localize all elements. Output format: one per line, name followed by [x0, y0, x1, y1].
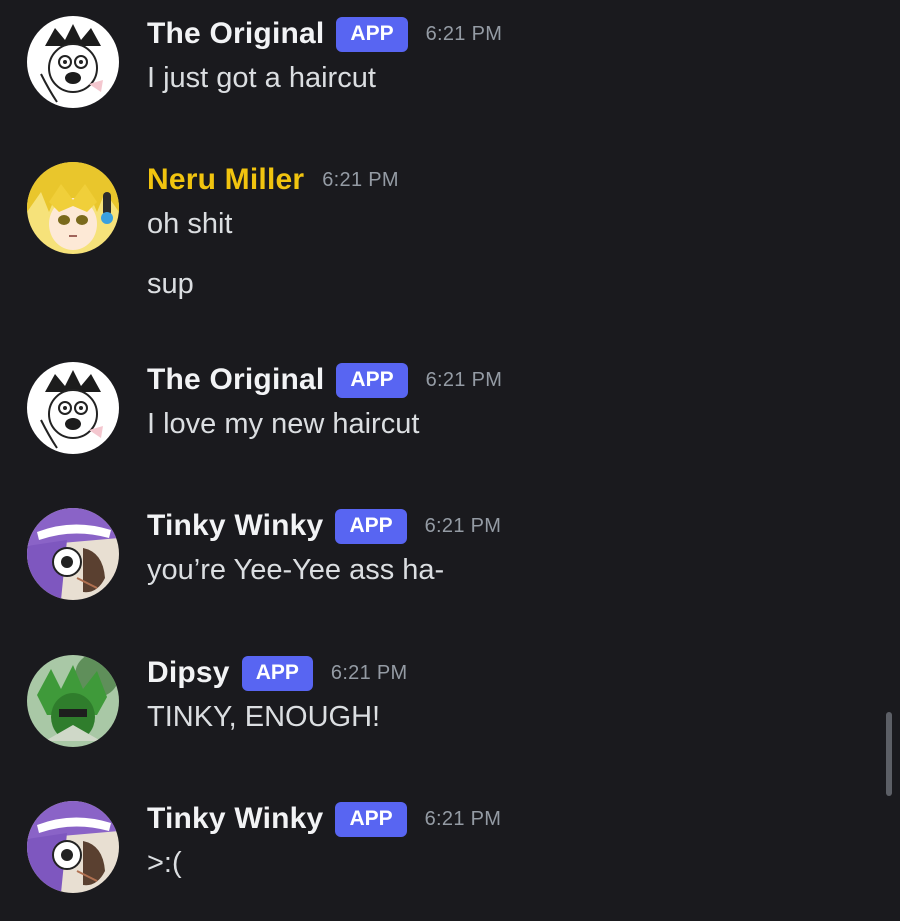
username[interactable]: Tinky Winky [147, 509, 323, 543]
the-original-avatar[interactable] [27, 16, 119, 108]
app-badge: APP [335, 801, 407, 837]
message-text: I just got a haircut [147, 62, 376, 94]
message-header: Tinky Winky APP 6:21 PM [147, 508, 501, 544]
app-badge: APP [335, 508, 407, 544]
message-text: you’re Yee-Yee ass ha- [147, 554, 445, 586]
scrollbar-thumb[interactable] [886, 712, 892, 796]
timestamp: 6:21 PM [322, 168, 399, 191]
app-badge: APP [336, 16, 408, 52]
username[interactable]: Dipsy [147, 656, 230, 690]
neru-miller-avatar[interactable] [27, 162, 119, 254]
message-header: Tinky Winky APP 6:21 PM [147, 801, 501, 837]
username[interactable]: Neru Miller [147, 163, 304, 197]
message-header: The Original APP 6:21 PM [147, 362, 502, 398]
message-text: TINKY, ENOUGH! [147, 701, 381, 733]
message-text: I love my new haircut [147, 408, 420, 440]
message-header: Neru Miller 6:21 PM [147, 162, 399, 198]
app-badge: APP [241, 655, 313, 691]
tinky-winky-avatar[interactable] [27, 508, 119, 600]
tinky-winky-avatar[interactable] [27, 801, 119, 893]
timestamp: 6:21 PM [330, 661, 408, 684]
message-text: oh shit [147, 208, 233, 240]
message-header: The Original APP 6:21 PM [147, 16, 502, 52]
dipsy-avatar[interactable] [27, 655, 119, 747]
the-original-avatar[interactable] [27, 362, 119, 454]
timestamp: 6:21 PM [424, 514, 502, 537]
username[interactable]: Tinky Winky [147, 802, 323, 836]
timestamp: 6:21 PM [425, 22, 503, 45]
message-text: >:( [147, 847, 182, 879]
username[interactable]: The Original [147, 17, 324, 51]
app-badge: APP [336, 362, 408, 398]
timestamp: 6:21 PM [425, 368, 503, 391]
message-header: Dipsy APP 6:21 PM [147, 655, 407, 691]
timestamp: 6:21 PM [424, 807, 502, 830]
chat-messages: The Original APP 6:21 PM I just got a ha… [0, 0, 900, 921]
username[interactable]: The Original [147, 363, 324, 397]
message-text: sup [147, 268, 194, 300]
